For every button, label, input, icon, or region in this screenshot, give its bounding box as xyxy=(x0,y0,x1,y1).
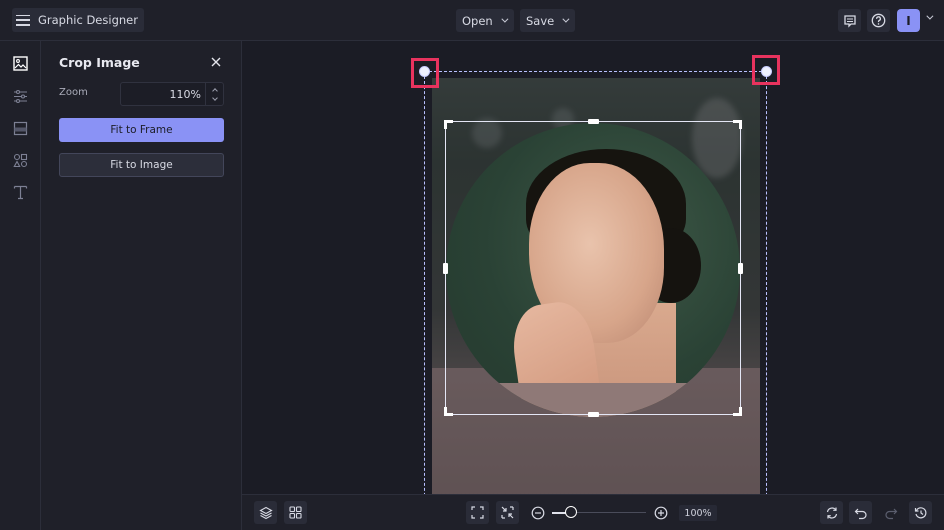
crop-corner-top-left[interactable] xyxy=(444,120,453,129)
close-icon xyxy=(211,57,221,67)
crop-corner-bottom-left[interactable] xyxy=(444,407,453,416)
shrink-button[interactable] xyxy=(496,501,519,524)
fit-to-image-button[interactable]: Fit to Image xyxy=(59,153,224,177)
zoom-out-button[interactable] xyxy=(526,501,549,524)
sliders-icon xyxy=(13,89,27,103)
zoom-level-readout: 100% xyxy=(679,505,717,521)
crop-corner-top-right[interactable] xyxy=(733,120,742,129)
comment-icon xyxy=(843,14,856,28)
chevron-down-icon[interactable] xyxy=(211,94,218,101)
layout-icon xyxy=(13,121,27,135)
text-icon xyxy=(13,185,27,200)
refresh-button[interactable] xyxy=(820,501,843,524)
image-icon xyxy=(12,55,28,71)
app-title: Graphic Designer xyxy=(38,13,138,27)
crop-edge-left[interactable] xyxy=(443,263,448,274)
history-icon xyxy=(914,506,926,518)
zoom-slider-thumb[interactable] xyxy=(564,506,577,518)
highlight-top-right xyxy=(752,55,780,85)
rail-item-photos[interactable] xyxy=(10,53,30,73)
panel-title: Crop Image xyxy=(59,55,140,70)
open-label: Open xyxy=(462,13,493,28)
chevron-up-icon[interactable] xyxy=(211,87,218,94)
fullscreen-icon xyxy=(471,506,484,519)
design-canvas[interactable] xyxy=(242,41,944,494)
chevron-down-icon xyxy=(501,15,509,23)
undo-icon xyxy=(854,508,867,519)
shapes-icon xyxy=(12,153,27,167)
crop-image-panel: Crop Image Zoom Fit to Frame Fit to Imag… xyxy=(41,41,242,530)
shrink-icon xyxy=(501,506,514,519)
zoom-out-icon xyxy=(531,506,544,519)
avatar-initial: I xyxy=(906,13,911,28)
zoom-stepper[interactable] xyxy=(205,83,223,105)
chevron-down-icon xyxy=(562,15,570,23)
rail-item-graphics[interactable] xyxy=(10,150,30,170)
help-icon xyxy=(871,13,886,28)
layers-button[interactable] xyxy=(254,501,277,524)
refresh-icon xyxy=(826,506,837,519)
rail-item-layout[interactable] xyxy=(10,118,30,138)
layers-icon xyxy=(258,506,273,519)
zoom-in-button[interactable] xyxy=(649,501,672,524)
grid-icon xyxy=(289,506,302,519)
close-panel-button[interactable] xyxy=(209,54,223,68)
redo-icon xyxy=(884,508,897,519)
crop-corner-bottom-right[interactable] xyxy=(733,407,742,416)
comments-button[interactable] xyxy=(838,9,861,32)
help-button[interactable] xyxy=(867,9,890,32)
crop-edge-bottom[interactable] xyxy=(588,412,599,417)
save-label: Save xyxy=(526,13,555,28)
tool-rail xyxy=(0,41,41,530)
undo-button[interactable] xyxy=(849,501,872,524)
zoom-label: Zoom xyxy=(59,87,88,98)
redo-button[interactable] xyxy=(879,501,902,524)
history-button[interactable] xyxy=(909,501,932,524)
highlight-top-left xyxy=(411,58,439,88)
rail-item-text[interactable] xyxy=(10,182,30,202)
bottom-toolbar: 100% xyxy=(242,494,944,530)
open-menu-button[interactable]: Open xyxy=(456,9,514,32)
zoom-slider[interactable] xyxy=(552,506,646,518)
zoom-input[interactable] xyxy=(121,83,205,105)
app-menu-button[interactable]: Graphic Designer xyxy=(12,8,144,32)
zoom-field xyxy=(120,82,224,106)
crop-selection-box[interactable] xyxy=(443,119,743,417)
crop-edge-top[interactable] xyxy=(588,119,599,124)
zoom-in-icon xyxy=(654,506,667,519)
rail-item-adjust[interactable] xyxy=(10,86,30,106)
hamburger-icon xyxy=(16,14,30,26)
crop-edge-right[interactable] xyxy=(738,263,743,274)
account-chevron-down-icon[interactable] xyxy=(926,12,934,20)
save-menu-button[interactable]: Save xyxy=(520,9,576,32)
fit-screen-button[interactable] xyxy=(466,501,489,524)
grid-button[interactable] xyxy=(284,501,307,524)
fit-to-frame-button[interactable]: Fit to Frame xyxy=(59,118,224,142)
user-avatar[interactable]: I xyxy=(897,9,920,32)
top-bar: Graphic Designer Open Save I xyxy=(0,0,944,41)
